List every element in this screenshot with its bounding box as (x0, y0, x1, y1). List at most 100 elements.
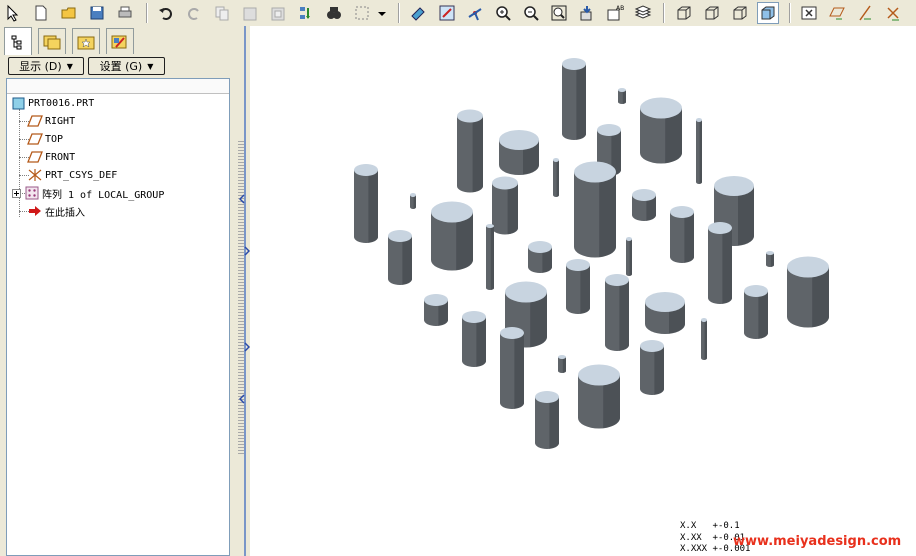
cylinder-feature[interactable] (670, 206, 694, 263)
dropdown-arrow-icon[interactable] (375, 2, 389, 24)
cylinder-feature[interactable] (354, 164, 378, 243)
coordinate-system-icon (27, 168, 43, 182)
tree-item-label: PRT_CSYS_DEF (45, 169, 118, 181)
tree-item-insert-here[interactable]: 在此插入 (27, 203, 85, 219)
new-file-icon[interactable] (30, 2, 52, 24)
layers-icon[interactable] (632, 2, 654, 24)
insert-here-arrow-icon (27, 204, 43, 218)
shading-icon[interactable] (757, 2, 779, 24)
cylinder-feature[interactable] (424, 294, 448, 326)
3d-model-cylinder-pattern[interactable] (250, 26, 916, 556)
redo-icon[interactable] (183, 2, 205, 24)
display-menu-button[interactable]: 显示 (D) ▼ (8, 57, 84, 75)
tree-item-label: RIGHT (45, 115, 76, 127)
cylinder-feature[interactable] (708, 222, 732, 304)
zoom-out-icon[interactable] (520, 2, 542, 24)
tolerance-format: X.X (680, 521, 697, 531)
print-icon[interactable] (114, 2, 136, 24)
tree-item-pattern[interactable]: 阵列 1 of LOCAL_GROUP (11, 185, 164, 201)
cylinder-feature[interactable] (410, 193, 416, 209)
cylinder-feature[interactable] (640, 97, 682, 164)
selection-box-icon[interactable] (351, 2, 373, 24)
cylinder-feature[interactable] (632, 189, 656, 221)
select-arrow-icon[interactable] (2, 2, 24, 24)
connections-tab[interactable] (106, 28, 134, 54)
graphics-window[interactable] (250, 26, 916, 556)
cylinder-feature[interactable] (562, 58, 586, 140)
cylinder-feature[interactable] (486, 224, 494, 290)
hidden-line-icon[interactable] (701, 2, 723, 24)
copy-icon[interactable] (211, 2, 233, 24)
cylinder-feature[interactable] (553, 158, 559, 197)
cylinder-feature[interactable] (528, 241, 552, 273)
cylinder-feature[interactable] (499, 130, 539, 175)
cylinder-feature[interactable] (431, 201, 473, 271)
cylinder-feature[interactable] (457, 109, 483, 193)
datum-plane-icon (27, 150, 43, 164)
cylinder-feature[interactable] (462, 311, 486, 367)
reorient-icon[interactable] (576, 2, 598, 24)
cylinder-feature[interactable] (558, 355, 566, 373)
cylinder-feature[interactable] (640, 340, 664, 395)
collapse-left-icon[interactable] (239, 194, 245, 204)
csys-display-icon[interactable] (882, 2, 904, 24)
tree-root-node[interactable]: PRT0016.PRT (10, 95, 94, 111)
zoom-in-icon[interactable] (492, 2, 514, 24)
model-tree-tab[interactable] (4, 27, 32, 55)
datum-plane-display-icon[interactable] (826, 2, 848, 24)
open-folder-icon[interactable] (58, 2, 80, 24)
datum-axis-display-icon[interactable] (854, 2, 876, 24)
paste-special-icon[interactable] (267, 2, 289, 24)
tree-item-label: TOP (45, 133, 64, 145)
tree-item-label: 阵列 1 of LOCAL_GROUP (42, 189, 165, 201)
part-icon (10, 96, 26, 110)
settings-menu-label: 设置 (G) (99, 60, 143, 73)
save-icon[interactable] (86, 2, 108, 24)
chevron-down-icon: ▼ (147, 61, 154, 71)
cylinder-feature[interactable] (618, 88, 626, 104)
collapse-left-icon[interactable] (239, 394, 245, 404)
cylinder-feature[interactable] (645, 292, 685, 334)
paste-icon[interactable] (239, 2, 261, 24)
cylinder-feature[interactable] (701, 318, 707, 360)
datum-plane-icon (27, 132, 43, 146)
expand-plus-icon[interactable] (11, 186, 22, 200)
cylinder-feature[interactable] (578, 364, 620, 429)
wireframe-icon[interactable] (673, 2, 695, 24)
orient-icon[interactable] (436, 2, 458, 24)
cylinder-feature[interactable] (388, 230, 412, 285)
zoom-fit-icon[interactable] (548, 2, 570, 24)
cylinder-feature[interactable] (535, 391, 559, 449)
repaint-icon[interactable] (408, 2, 430, 24)
favorites-icon (77, 36, 95, 49)
chevron-down-icon: ▼ (66, 61, 73, 71)
cylinder-feature[interactable] (605, 274, 629, 351)
svg-text:AB: AB (616, 5, 624, 12)
cylinder-feature[interactable] (744, 285, 768, 339)
cylinder-feature[interactable] (766, 251, 774, 267)
close-window-icon[interactable] (798, 2, 820, 24)
saved-views-icon[interactable]: AB (604, 2, 626, 24)
settings-menu-button[interactable]: 设置 (G) ▼ (88, 57, 165, 75)
tree-root-label: PRT0016.PRT (28, 97, 95, 109)
model-tree-header (7, 79, 229, 94)
cylinder-feature[interactable] (492, 176, 518, 235)
regenerate-icon[interactable] (295, 2, 317, 24)
favorites-tab[interactable] (72, 28, 100, 54)
tree-item-front[interactable]: FRONT (27, 149, 75, 165)
tree-item-csys[interactable]: PRT_CSYS_DEF (27, 167, 117, 183)
folder-browser-tab[interactable] (38, 28, 66, 54)
cylinder-feature[interactable] (626, 237, 632, 276)
spin-center-icon[interactable] (464, 2, 486, 24)
tree-item-right[interactable]: RIGHT (27, 113, 75, 129)
undo-icon[interactable] (155, 2, 177, 24)
cylinder-feature[interactable] (696, 118, 702, 184)
cylinder-feature[interactable] (566, 259, 590, 314)
cylinder-feature[interactable] (574, 161, 616, 258)
cylinder-feature[interactable] (787, 256, 829, 328)
no-hidden-icon[interactable] (729, 2, 751, 24)
panel-splitter[interactable] (234, 26, 250, 556)
cylinder-feature[interactable] (500, 327, 524, 409)
tree-item-top[interactable]: TOP (27, 131, 63, 147)
find-binoculars-icon[interactable] (323, 2, 345, 24)
